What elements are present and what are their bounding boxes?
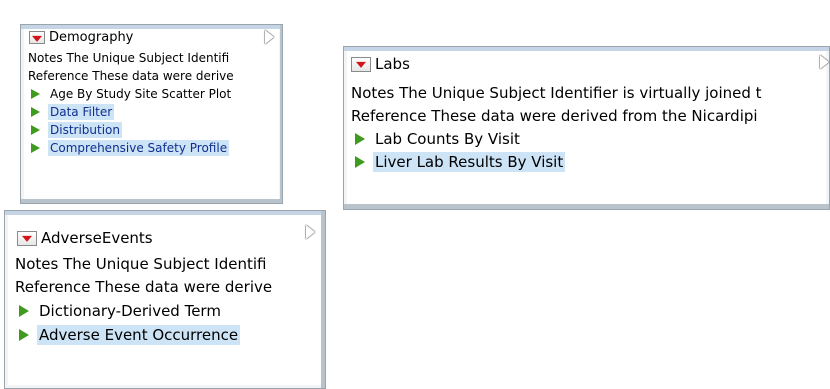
item-label: Comprehensive Safety Profile: [48, 140, 230, 156]
demography-title: Demography: [49, 30, 134, 45]
adverse-events-header: AdverseEvents: [17, 229, 153, 247]
green-play-triangle-icon: [31, 89, 40, 99]
item-label: Adverse Event Occurrence: [37, 325, 241, 345]
demography-item-comprehensive-safety-profile[interactable]: Comprehensive Safety Profile: [31, 140, 230, 156]
labs-item-liver-lab-results-by-visit[interactable]: Liver Lab Results By Visit: [355, 152, 566, 172]
adverse-events-notes: Notes The Unique Subject Identifi: [15, 255, 267, 273]
labs-item-lab-counts-by-visit[interactable]: Lab Counts By Visit: [355, 129, 522, 149]
adverse-events-item-adverse-event-occurrence[interactable]: Adverse Event Occurrence: [19, 325, 241, 345]
red-menu-arrow-icon[interactable]: [29, 31, 45, 44]
adverse-events-panel: AdverseEvents Notes The Unique Subject I…: [4, 210, 326, 389]
green-play-triangle-icon: [31, 143, 40, 153]
demography-reference: Reference These data were derive: [28, 69, 234, 83]
collapse-triangle-icon[interactable]: [265, 30, 274, 44]
adverse-events-title: AdverseEvents: [41, 229, 153, 247]
panel-right-edge: [280, 25, 282, 203]
item-label: Lab Counts By Visit: [375, 130, 520, 148]
demography-item-age-by-study-site[interactable]: Age By Study Site Scatter Plot: [31, 86, 233, 102]
collapse-triangle-icon[interactable]: [820, 55, 829, 69]
collapse-triangle-icon[interactable]: [306, 225, 315, 239]
green-play-triangle-icon: [31, 125, 40, 135]
item-label: Data Filter: [48, 104, 115, 120]
item-label: Distribution: [48, 122, 123, 138]
item-label: Dictionary-Derived Term: [39, 302, 221, 320]
panel-top-edge: [5, 211, 325, 215]
red-menu-arrow-icon[interactable]: [351, 56, 371, 72]
panel-bottom-edge: [344, 204, 829, 209]
demography-item-distribution[interactable]: Distribution: [31, 122, 123, 138]
labs-title: Labs: [375, 55, 410, 73]
labs-reference: Reference These data were derived from t…: [351, 107, 758, 125]
adverse-events-item-dictionary-derived-term[interactable]: Dictionary-Derived Term: [19, 301, 223, 321]
green-play-triangle-icon: [19, 329, 29, 341]
labs-panel: Labs Notes The Unique Subject Identifier…: [343, 46, 830, 210]
panel-top-edge: [21, 25, 282, 29]
labs-notes: Notes The Unique Subject Identifier is v…: [351, 84, 762, 102]
demography-item-data-filter[interactable]: Data Filter: [31, 104, 115, 120]
panel-bottom-edge: [21, 199, 282, 203]
green-play-triangle-icon: [355, 156, 365, 168]
demography-header: Demography: [29, 30, 133, 45]
green-play-triangle-icon: [19, 305, 29, 317]
green-play-triangle-icon: [31, 107, 40, 117]
green-play-triangle-icon: [355, 133, 365, 145]
item-label: Liver Lab Results By Visit: [373, 152, 566, 172]
demography-notes: Notes The Unique Subject Identifi: [28, 51, 230, 65]
panel-right-edge: [321, 211, 325, 388]
panel-top-edge: [344, 47, 829, 51]
adverse-events-reference: Reference These data were derive: [15, 278, 273, 296]
labs-header: Labs: [351, 55, 410, 73]
red-menu-arrow-icon[interactable]: [17, 230, 37, 246]
demography-panel: Demography Notes The Unique Subject Iden…: [20, 24, 283, 204]
item-label: Age By Study Site Scatter Plot: [50, 87, 232, 101]
